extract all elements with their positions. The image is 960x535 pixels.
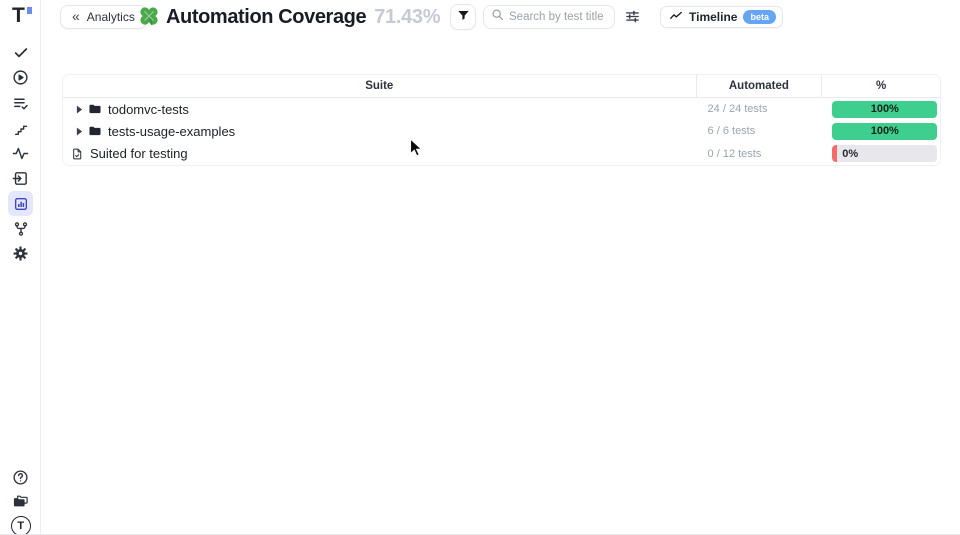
- suite-name[interactable]: Suited for testing: [90, 146, 188, 161]
- gear-icon: [12, 245, 29, 262]
- double-chevron-left-icon: «: [72, 9, 80, 23]
- sidebar: T: [0, 0, 41, 535]
- sidebar-item-tests[interactable]: [8, 40, 33, 65]
- avatar: T: [11, 516, 31, 535]
- suite-cell: Suited for testing: [63, 146, 696, 161]
- logo-letter: T: [12, 4, 24, 28]
- bar-chart-icon: [13, 196, 29, 212]
- sidebar-item-branches[interactable]: [8, 216, 33, 241]
- percent-cell: 100%: [821, 123, 940, 140]
- sidebar-item-plans[interactable]: [8, 91, 33, 116]
- help-circle-icon: [12, 469, 29, 486]
- table-row[interactable]: todomvc-tests 24 / 24 tests 100%: [63, 98, 940, 120]
- pulse-icon: [12, 145, 29, 162]
- column-header-automated: Automated: [696, 75, 822, 97]
- coverage-bar-label: 100%: [871, 103, 899, 115]
- coverage-bar-label: 0%: [842, 148, 858, 160]
- back-to-analytics-button[interactable]: « Analytics: [60, 5, 147, 29]
- search-box: [483, 5, 615, 29]
- suite-cell: todomvc-tests: [63, 102, 696, 117]
- folder-icon: [88, 102, 102, 116]
- clover-icon: [138, 5, 160, 27]
- list-check-icon: [12, 95, 29, 112]
- filter-button[interactable]: [450, 4, 476, 30]
- sidebar-item-pulse[interactable]: [8, 141, 33, 166]
- back-button-label: Analytics: [87, 10, 135, 24]
- automated-cell: 0 / 12 tests: [696, 148, 822, 160]
- percent-cell: 0%: [821, 145, 940, 162]
- table-header: Suite Automated %: [63, 75, 940, 98]
- coverage-bar: 100%: [832, 123, 937, 140]
- automated-cell: 6 / 6 tests: [696, 125, 822, 137]
- timeline-button-label: Timeline: [689, 10, 737, 24]
- funnel-icon: [457, 9, 470, 25]
- branch-icon: [13, 221, 29, 237]
- folder-icon: [88, 124, 102, 138]
- sidebar-item-projects[interactable]: [8, 489, 33, 514]
- expand-caret-icon[interactable]: [76, 104, 84, 114]
- suite-cell: tests-usage-examples: [63, 124, 696, 139]
- column-settings-button[interactable]: [623, 8, 642, 27]
- check-icon: [13, 45, 29, 61]
- trending-line-icon: [669, 9, 683, 26]
- sliders-icon: [624, 8, 641, 28]
- column-header-suite: Suite: [63, 75, 696, 97]
- sidebar-item-steps[interactable]: [8, 116, 33, 141]
- coverage-bar: 100%: [832, 101, 937, 118]
- logo-accent: [27, 7, 32, 14]
- column-header-percent: %: [821, 75, 940, 97]
- sidebar-item-import[interactable]: [8, 166, 33, 191]
- coverage-table: Suite Automated % todomvc-tests 24 / 24 …: [62, 74, 941, 166]
- page-title-text: Automation Coverage: [166, 6, 366, 29]
- search-icon: [491, 8, 504, 26]
- app-window: T: [0, 0, 960, 535]
- folders-icon: [12, 493, 29, 510]
- stairs-icon: [13, 121, 29, 137]
- sidebar-item-help[interactable]: [8, 465, 33, 490]
- file-check-icon: [71, 147, 84, 161]
- search-input[interactable]: [509, 11, 608, 23]
- sidebar-item-account[interactable]: T: [8, 513, 33, 535]
- play-circle-icon: [12, 69, 29, 86]
- table-row[interactable]: Suited for testing 0 / 12 tests 0%: [63, 143, 940, 165]
- coverage-percent-value: 71.43%: [374, 6, 440, 29]
- suite-name[interactable]: todomvc-tests: [108, 102, 189, 117]
- coverage-bar-label: 100%: [871, 125, 899, 137]
- suite-name[interactable]: tests-usage-examples: [108, 124, 235, 139]
- beta-badge: beta: [743, 10, 776, 24]
- table-row[interactable]: tests-usage-examples 6 / 6 tests 100%: [63, 120, 940, 142]
- sidebar-item-runs[interactable]: [8, 65, 33, 90]
- sidebar-item-analytics[interactable]: [8, 191, 33, 216]
- timeline-button[interactable]: Timeline beta: [660, 6, 783, 28]
- sidebar-item-settings[interactable]: [8, 241, 33, 266]
- automated-cell: 24 / 24 tests: [696, 103, 822, 115]
- import-icon: [12, 170, 29, 187]
- expand-caret-icon[interactable]: [76, 126, 84, 136]
- percent-cell: 100%: [821, 101, 940, 118]
- coverage-bar: 0%: [832, 145, 937, 162]
- app-logo[interactable]: T: [9, 5, 33, 29]
- page-title: Automation Coverage 71.43%: [166, 5, 440, 29]
